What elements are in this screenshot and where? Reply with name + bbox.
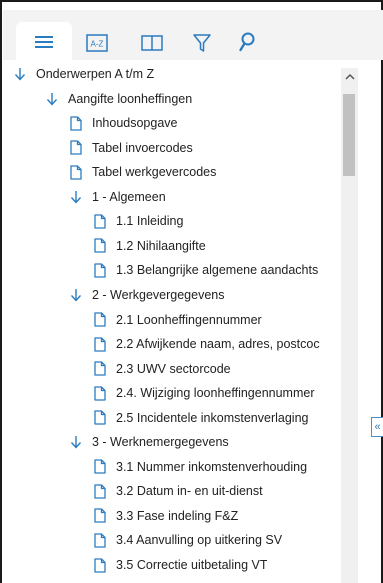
- scrollbar-thumb[interactable]: [343, 94, 355, 176]
- double-chevron-left-icon: «: [374, 421, 381, 433]
- tree-page-item[interactable]: Inhoudsopgave: [68, 111, 178, 135]
- document-icon: [92, 410, 108, 426]
- book-icon: [141, 35, 163, 51]
- tree-item-label: 3.4 Aanvulling op uitkering SV: [116, 533, 283, 548]
- vertical-scrollbar[interactable]: [341, 68, 358, 583]
- document-icon: [92, 361, 108, 377]
- document-icon: [68, 115, 84, 131]
- tree-folder-item[interactable]: 2 - Werkgevergegevens: [68, 283, 224, 307]
- arrow-down-icon: [68, 287, 84, 303]
- contents-tree: Onderwerpen A t/m Z Aangifte loonheffinge…: [3, 60, 360, 583]
- tree-page-item[interactable]: 3.3 Fase indeling F&Z: [92, 504, 238, 528]
- arrow-down-icon: [68, 189, 84, 205]
- tree-item-label: 1.2 Nihilaangifte: [116, 238, 206, 253]
- document-icon: [92, 238, 108, 254]
- document-icon: [92, 508, 108, 524]
- tree-page-item[interactable]: 2.2 Afwijkende naam, adres, postcoc: [92, 332, 320, 356]
- collapse-panel-button[interactable]: «: [371, 417, 383, 437]
- filter-tab[interactable]: [183, 26, 221, 60]
- search-icon: [239, 32, 255, 52]
- tree-page-item[interactable]: Tabel invoercodes: [68, 136, 193, 160]
- tree-page-item[interactable]: 1.2 Nihilaangifte: [92, 234, 206, 258]
- tree-item-label: 1 - Algemeen: [92, 189, 166, 204]
- tree-item-label: 2.1 Loonheffingennummer: [116, 312, 262, 327]
- tree-item-label: Tabel invoercodes: [92, 140, 193, 155]
- tree-item-label: 2.5 Incidentele inkomstenverlaging: [116, 410, 309, 425]
- tree-page-item[interactable]: 3.1 Nummer inkomstenverhouding: [92, 455, 307, 479]
- a-z-icon: A-Z: [86, 34, 108, 52]
- tree-page-item[interactable]: 2.3 UWV sectorcode: [92, 357, 231, 381]
- document-icon: [92, 262, 108, 278]
- contents-tab[interactable]: [16, 22, 72, 62]
- tree-page-item[interactable]: 1.1 Inleiding: [92, 209, 183, 233]
- tree-item-label: Inhoudsopgave: [92, 116, 178, 131]
- tree-folder-item[interactable]: Onderwerpen A t/m Z: [12, 62, 154, 86]
- arrow-down-icon: [12, 66, 28, 82]
- tree-folder-item[interactable]: 1 - Algemeen: [68, 185, 166, 209]
- tree-item-label: Onderwerpen A t/m Z: [36, 67, 155, 81]
- document-icon: [92, 459, 108, 475]
- toolbar: A-Z: [3, 10, 383, 62]
- tree-item-label: Aangifte loonheffingen: [68, 91, 193, 106]
- document-icon: [92, 213, 108, 229]
- tree-page-item[interactable]: 2.1 Loonheffingennummer: [92, 308, 262, 332]
- tree-item-label: 1.1 Inleiding: [116, 214, 184, 229]
- tree-item-label: 2.4. Wijziging loonheffingennummer: [116, 386, 315, 401]
- tree-page-item[interactable]: 2.4. Wijziging loonheffingennummer: [92, 381, 315, 405]
- tree-item-label: 3 - Werknemergegevens: [92, 435, 229, 450]
- book-tab[interactable]: [133, 26, 171, 60]
- tree-item-label: 3.1 Nummer inkomstenverhouding: [116, 459, 308, 474]
- tree-item-label: 2 - Werkgevergegevens: [92, 287, 225, 302]
- arrow-down-icon: [44, 91, 60, 107]
- tree-item-label: 3.2 Datum in- en uit-dienst: [116, 484, 263, 499]
- document-icon: [92, 557, 108, 573]
- tree-page-item[interactable]: 2.5 Incidentele inkomstenverlaging: [92, 406, 308, 430]
- search-tab[interactable]: [228, 26, 266, 60]
- document-icon: [92, 385, 108, 401]
- document-icon: [92, 483, 108, 499]
- tree-folder-item[interactable]: 3 - Werknemergegevens: [68, 430, 229, 454]
- tree-page-item[interactable]: 3.4 Aanvulling op uitkering SV: [92, 528, 282, 552]
- document-icon: [92, 312, 108, 328]
- tree-item-label: Tabel werkgevercodes: [92, 165, 217, 180]
- tree-item-label: 2.2 Afwijkende naam, adres, postcoc: [116, 337, 320, 352]
- tree-folder-item[interactable]: Aangifte loonheffingen: [44, 87, 192, 111]
- tree-page-item[interactable]: 3.5 Correctie uitbetaling VT: [92, 553, 267, 577]
- document-icon: [68, 164, 84, 180]
- arrow-down-icon: [68, 434, 84, 450]
- tree-page-item[interactable]: 3.2 Datum in- en uit-dienst: [92, 479, 263, 503]
- filter-icon: [193, 34, 211, 52]
- svg-text:A-Z: A-Z: [91, 40, 104, 49]
- index-tab[interactable]: A-Z: [78, 26, 116, 60]
- scroll-up-button[interactable]: [341, 68, 358, 86]
- tree-item-label: 1.3 Belangrijke algemene aandachts: [116, 263, 319, 278]
- document-icon: [68, 140, 84, 156]
- document-icon: [92, 336, 108, 352]
- list-icon: [35, 36, 53, 48]
- tree-item-label: 3.5 Correctie uitbetaling VT: [116, 558, 268, 572]
- tree-item-label: 2.3 UWV sectorcode: [116, 361, 231, 376]
- tree-item-label: 3.3 Fase indeling F&Z: [116, 508, 239, 523]
- chevron-up-icon: [344, 73, 355, 80]
- document-icon: [92, 532, 108, 548]
- tree-page-item[interactable]: 1.3 Belangrijke algemene aandachts: [92, 258, 318, 282]
- tree-page-item[interactable]: Tabel werkgevercodes: [68, 160, 216, 184]
